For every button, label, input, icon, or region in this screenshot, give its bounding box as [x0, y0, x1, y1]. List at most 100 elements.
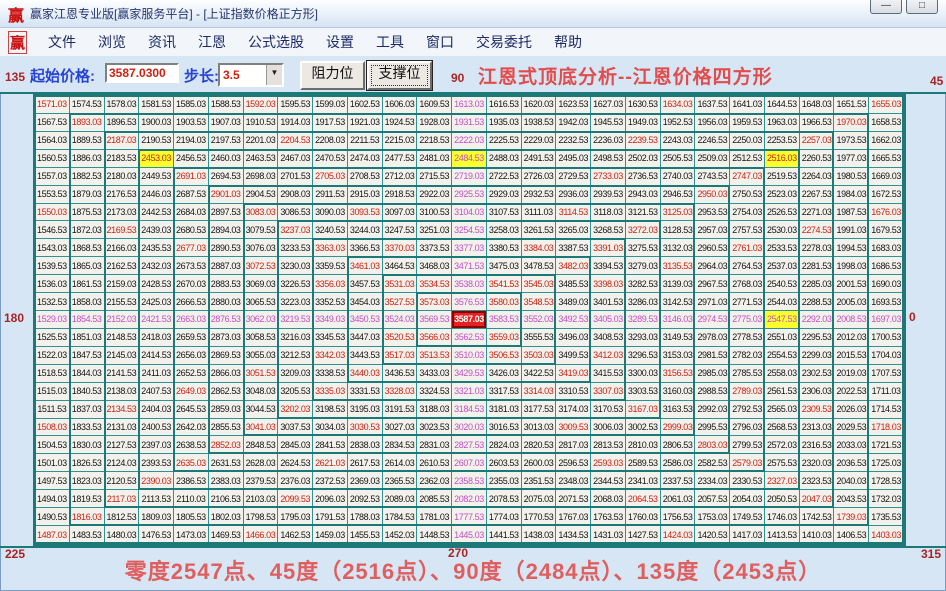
menu-item-formula-stock-pick[interactable]: 公式选股 [237, 29, 315, 55]
grid-cell[interactable]: 3527.53 [383, 293, 418, 311]
grid-cell[interactable]: 3121.53 [626, 204, 661, 222]
grid-cell[interactable]: 1833.53 [70, 419, 105, 437]
grid-cell[interactable]: 2505.53 [661, 150, 696, 168]
grid-cell[interactable]: 3041.03 [244, 419, 279, 437]
grid-cell[interactable]: 3338.53 [313, 365, 348, 383]
grid-cell[interactable]: 1770.53 [522, 508, 557, 526]
grid-cell[interactable]: 3328.03 [383, 383, 418, 401]
grid-cell[interactable]: 1543.03 [35, 239, 70, 257]
grid-cell[interactable]: 2229.03 [522, 132, 557, 150]
grid-cell[interactable]: 3170.53 [591, 401, 626, 419]
grid-cell[interactable]: 2642.03 [174, 419, 209, 437]
grid-cell[interactable]: 2173.03 [105, 204, 140, 222]
grid-cell[interactable]: 1756.53 [661, 508, 696, 526]
grid-cell[interactable]: 2474.03 [348, 150, 383, 168]
resistance-button[interactable]: 阻力位 [300, 61, 365, 90]
grid-cell[interactable]: 2656.03 [174, 347, 209, 365]
grid-cell[interactable]: 1441.53 [487, 526, 522, 544]
grid-cell[interactable]: 2960.53 [695, 239, 730, 257]
grid-cell[interactable]: 2715.53 [417, 168, 452, 186]
grid-cell[interactable]: 2061.03 [661, 490, 696, 508]
grid-cell[interactable]: 1732.03 [869, 490, 904, 508]
grid-cell[interactable]: 1714.53 [869, 401, 904, 419]
grid-cell[interactable]: 2901.03 [209, 186, 244, 204]
grid-cell[interactable]: 2782.03 [730, 347, 765, 365]
grid-cell[interactable]: 1949.03 [626, 114, 661, 132]
grid-cell[interactable]: 2785.53 [730, 365, 765, 383]
grid-cell[interactable]: 2271.03 [800, 204, 835, 222]
grid-cell[interactable]: 3429.53 [452, 365, 487, 383]
grid-cell[interactable]: 2285.03 [800, 275, 835, 293]
grid-cell[interactable]: 3020.03 [452, 419, 487, 437]
grid-cell[interactable]: 2967.53 [695, 275, 730, 293]
grid-cell[interactable]: 2845.03 [278, 436, 313, 454]
grid-cell[interactable]: 3506.53 [487, 347, 522, 365]
grid-cell[interactable]: 2323.53 [800, 472, 835, 490]
grid-cell[interactable]: 2306.03 [800, 383, 835, 401]
grid-cell[interactable]: 3156.53 [661, 365, 696, 383]
grid-cell[interactable]: 3405.03 [591, 311, 626, 329]
grid-cell[interactable]: 1525.53 [35, 329, 70, 347]
grid-cell[interactable]: 2855.53 [209, 419, 244, 437]
grid-cell[interactable]: 1777.53 [452, 508, 487, 526]
grid-cell[interactable]: 3044.53 [244, 401, 279, 419]
start-price-input[interactable] [105, 63, 179, 83]
grid-cell[interactable]: 1984.03 [834, 186, 869, 204]
grid-cell[interactable]: 2215.03 [383, 132, 418, 150]
grid-cell[interactable]: 2134.53 [105, 401, 140, 419]
grid-cell[interactable]: 1529.03 [35, 311, 70, 329]
grid-cell[interactable]: 2194.03 [174, 132, 209, 150]
grid-cell[interactable]: 1847.53 [70, 347, 105, 365]
grid-cell[interactable]: 3433.03 [417, 365, 452, 383]
grid-cell[interactable]: 3237.03 [278, 221, 313, 239]
grid-cell[interactable]: 2848.53 [244, 436, 279, 454]
grid-cell[interactable]: 2117.03 [105, 490, 140, 508]
menu-item-help[interactable]: 帮助 [543, 29, 593, 55]
grid-cell[interactable]: 2138.03 [105, 383, 140, 401]
grid-cell[interactable]: 2852.03 [209, 436, 244, 454]
grid-cell[interactable]: 2253.53 [765, 132, 800, 150]
grid-cell[interactable]: 1501.03 [35, 454, 70, 472]
grid-cell[interactable]: 2050.53 [765, 490, 800, 508]
grid-cell[interactable]: 3240.53 [313, 221, 348, 239]
grid-cell[interactable]: 1791.53 [313, 508, 348, 526]
grid-cell[interactable]: 1459.03 [313, 526, 348, 544]
grid-cell[interactable]: 3051.53 [244, 365, 279, 383]
grid-cell[interactable]: 2495.03 [556, 150, 591, 168]
grid-cell[interactable]: 2012.03 [834, 329, 869, 347]
grid-cell[interactable]: 2547.53 [765, 311, 800, 329]
grid-cell[interactable]: 3233.53 [278, 239, 313, 257]
grid-cell[interactable]: 1522.03 [35, 347, 70, 365]
grid-cell[interactable]: 3373.53 [417, 239, 452, 257]
grid-cell[interactable]: 3436.53 [383, 365, 418, 383]
grid-cell[interactable]: 1963.03 [765, 114, 800, 132]
grid-cell[interactable]: 2803.03 [695, 436, 730, 454]
grid-cell[interactable]: 2558.03 [765, 365, 800, 383]
grid-cell[interactable]: 2232.53 [556, 132, 591, 150]
grid-cell[interactable]: 3184.53 [452, 401, 487, 419]
grid-cell[interactable]: 2169.53 [105, 221, 140, 239]
grid-cell[interactable]: 2579.03 [730, 454, 765, 472]
grid-cell[interactable]: 2225.53 [487, 132, 522, 150]
grid-cell[interactable]: 1872.03 [70, 221, 105, 239]
menu-item-trade[interactable]: 交易委托 [465, 29, 543, 55]
grid-cell[interactable]: 1623.53 [556, 96, 591, 114]
grid-cell[interactable]: 2068.03 [591, 490, 626, 508]
grid-cell[interactable]: 3314.03 [522, 383, 557, 401]
grid-cell[interactable]: 1511.53 [35, 401, 70, 419]
grid-cell[interactable]: 2568.53 [765, 419, 800, 437]
grid-cell[interactable]: 2246.53 [695, 132, 730, 150]
grid-cell[interactable]: 1798.53 [244, 508, 279, 526]
grid-cell[interactable]: 2652.53 [174, 365, 209, 383]
grid-cell[interactable]: 2537.03 [765, 257, 800, 275]
grid-cell[interactable]: 2106.53 [209, 490, 244, 508]
grid-cell[interactable]: 1693.53 [869, 293, 904, 311]
grid-cell[interactable]: 2369.03 [348, 472, 383, 490]
grid-cell[interactable]: 2484.53 [452, 150, 487, 168]
grid-cell[interactable]: 2603.53 [487, 454, 522, 472]
grid-cell[interactable]: 3002.53 [626, 419, 661, 437]
grid-cell[interactable]: 1921.03 [348, 114, 383, 132]
grid-cell[interactable]: 2691.03 [174, 168, 209, 186]
grid-cell[interactable]: 3380.53 [487, 239, 522, 257]
grid-cell[interactable]: 2617.53 [348, 454, 383, 472]
